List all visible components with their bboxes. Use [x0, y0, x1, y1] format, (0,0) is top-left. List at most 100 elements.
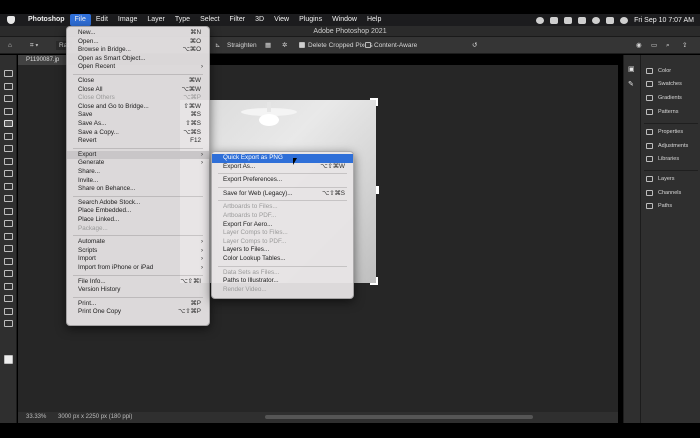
- stamp-tool-icon[interactable]: [4, 182, 13, 190]
- menu-item-import[interactable]: Import ›: [67, 255, 209, 264]
- frame-tool-icon[interactable]: [4, 132, 13, 140]
- menu-window[interactable]: Window: [327, 14, 362, 26]
- siri-icon[interactable]: [620, 16, 629, 24]
- menu-item-export[interactable]: Export ›: [67, 150, 209, 160]
- menu-item-import-from-iphone-or-ipad[interactable]: Import from iPhone or iPad ›: [67, 264, 209, 273]
- straighten-button[interactable]: Straighten: [227, 41, 257, 50]
- menu-item-search-adobe-stock[interactable]: Search Adobe Stock...: [67, 199, 209, 208]
- menu-edit[interactable]: Edit: [91, 14, 113, 26]
- crop-handle-bottom-right[interactable]: [370, 277, 378, 285]
- object-select-tool-icon[interactable]: [4, 107, 13, 115]
- workspace-icon[interactable]: ▭: [651, 41, 657, 50]
- panel-swatches[interactable]: Swatches: [646, 79, 682, 89]
- pen-tool-icon[interactable]: [4, 257, 13, 265]
- menu-3d[interactable]: 3D: [250, 14, 269, 26]
- brush-tool-icon[interactable]: [4, 170, 13, 177]
- menu-item-version-history[interactable]: Version History: [67, 286, 209, 295]
- zoom-tool-icon[interactable]: [4, 320, 13, 327]
- wifi-icon[interactable]: [578, 16, 587, 24]
- menu-item-export-preferences[interactable]: Export Preferences...: [212, 176, 353, 185]
- search-icon[interactable]: [592, 16, 601, 24]
- move-tool-icon[interactable]: [4, 70, 13, 77]
- menu-item-save-a-copy[interactable]: Save a Copy... ⌥⌘S: [67, 129, 209, 138]
- marquee-tool-icon[interactable]: [4, 82, 13, 90]
- crop-tool-icon[interactable]: [4, 120, 13, 127]
- user-icon[interactable]: ◉: [636, 41, 642, 50]
- overlay-grid-icon[interactable]: ▦: [265, 41, 271, 50]
- crop-handle-top-right[interactable]: [370, 98, 378, 106]
- blur-tool-icon[interactable]: [4, 232, 13, 240]
- type-tool-icon[interactable]: [4, 270, 13, 277]
- eyedropper-tool-icon[interactable]: [4, 145, 13, 152]
- panel-patterns[interactable]: Patterns: [646, 107, 678, 117]
- menu-select[interactable]: Select: [195, 14, 224, 26]
- brush-settings-icon[interactable]: ✎: [628, 80, 634, 88]
- menu-item-revert[interactable]: Revert F12: [67, 137, 209, 146]
- menu-item-automate[interactable]: Automate ›: [67, 238, 209, 247]
- menu-item-browse-in-bridge[interactable]: Browse in Bridge... ⌥⌘O: [67, 46, 209, 55]
- path-select-tool-icon[interactable]: [4, 282, 13, 290]
- menu-item-new[interactable]: New... ⌘N: [67, 29, 209, 38]
- menu-item-invite[interactable]: Invite...: [67, 177, 209, 186]
- healing-tool-icon[interactable]: [4, 157, 13, 165]
- crop-handle-right[interactable]: [376, 186, 379, 194]
- menu-view[interactable]: View: [269, 14, 294, 26]
- panel-libraries[interactable]: Libraries: [646, 154, 679, 164]
- panel-layers[interactable]: Layers: [646, 174, 675, 184]
- menu-item-paths-to-illustrator[interactable]: Paths to Illustrator...: [212, 277, 353, 286]
- menu-plugins[interactable]: Plugins: [294, 14, 327, 26]
- menu-item-export-as[interactable]: Export As... ⌥⇧⌘W: [212, 163, 353, 172]
- gradient-tool-icon[interactable]: [4, 220, 13, 227]
- document-tab[interactable]: P1190087.jp: [18, 55, 68, 65]
- screen-icon[interactable]: [564, 16, 573, 24]
- dodge-tool-icon[interactable]: [4, 245, 13, 252]
- panel-channels[interactable]: Channels: [646, 188, 681, 198]
- menu-item-share-on-behance[interactable]: Share on Behance...: [67, 185, 209, 194]
- menu-item-color-lookup-tables[interactable]: Color Lookup Tables...: [212, 255, 353, 264]
- eraser-tool-icon[interactable]: [4, 207, 13, 215]
- history-brush-tool-icon[interactable]: [4, 195, 13, 202]
- menu-type[interactable]: Type: [170, 14, 195, 26]
- menu-item-place-linked[interactable]: Place Linked...: [67, 216, 209, 225]
- menu-item-place-embedded[interactable]: Place Embedded...: [67, 207, 209, 216]
- menu-item-share[interactable]: Share...: [67, 168, 209, 177]
- menu-item-scripts[interactable]: Scripts ›: [67, 247, 209, 256]
- menu-item-print-one-copy[interactable]: Print One Copy ⌥⇧⌘P: [67, 308, 209, 317]
- menu-item-save[interactable]: Save ⌘S: [67, 111, 209, 120]
- menu-item-open[interactable]: Open... ⌘O: [67, 38, 209, 47]
- panel-color[interactable]: Color: [646, 66, 671, 76]
- menu-item-open-recent[interactable]: Open Recent ›: [67, 63, 209, 72]
- menu-item-export-for-aero[interactable]: Export For Aero...: [212, 221, 353, 230]
- panel-properties[interactable]: Properties: [646, 127, 683, 137]
- lasso-tool-icon[interactable]: [4, 95, 13, 102]
- menu-layer[interactable]: Layer: [142, 14, 170, 26]
- apple-logo-icon[interactable]: [7, 16, 15, 24]
- control-center-icon[interactable]: [606, 16, 615, 24]
- menu-filter[interactable]: Filter: [225, 14, 251, 26]
- crop-tool-preset-icon[interactable]: ⌗ ▾: [30, 41, 38, 50]
- menu-item-save-for-web-legacy[interactable]: Save for Web (Legacy)... ⌥⇧⌘S: [212, 190, 353, 199]
- hand-tool-icon[interactable]: [4, 307, 13, 315]
- menu-item-save-as[interactable]: Save As... ⇧⌘S: [67, 120, 209, 129]
- panel-adjustments[interactable]: Adjustments: [646, 141, 688, 151]
- record-icon[interactable]: [536, 16, 545, 24]
- menu-item-file-info[interactable]: File Info... ⌥⇧⌘I: [67, 278, 209, 287]
- history-icon[interactable]: ▣: [628, 65, 635, 73]
- menu-file[interactable]: File: [69, 14, 91, 26]
- menu-item-layers-to-files[interactable]: Layers to Files...: [212, 246, 353, 255]
- reset-icon[interactable]: ↺: [472, 41, 477, 50]
- home-icon[interactable]: ⌂: [8, 41, 12, 50]
- zoom-level[interactable]: 33.33%: [26, 412, 46, 423]
- menu-app-photoshop[interactable]: Photoshop: [23, 14, 70, 26]
- menu-help[interactable]: Help: [362, 14, 386, 26]
- search-panel-icon[interactable]: ⌕: [666, 41, 670, 50]
- menu-item-close[interactable]: Close ⌘W: [67, 77, 209, 86]
- menu-clock[interactable]: Fri Sep 10 7:07 AM: [634, 17, 694, 24]
- menu-item-generate[interactable]: Generate ›: [67, 159, 209, 168]
- panel-paths[interactable]: Paths: [646, 201, 672, 211]
- rectangle-tool-icon[interactable]: [4, 295, 13, 302]
- panel-gradients[interactable]: Gradients: [646, 93, 682, 103]
- share-icon[interactable]: ⇪: [682, 41, 687, 50]
- menu-item-quick-export-as-png[interactable]: Quick Export as PNG: [212, 154, 353, 163]
- menu-image[interactable]: Image: [113, 14, 142, 26]
